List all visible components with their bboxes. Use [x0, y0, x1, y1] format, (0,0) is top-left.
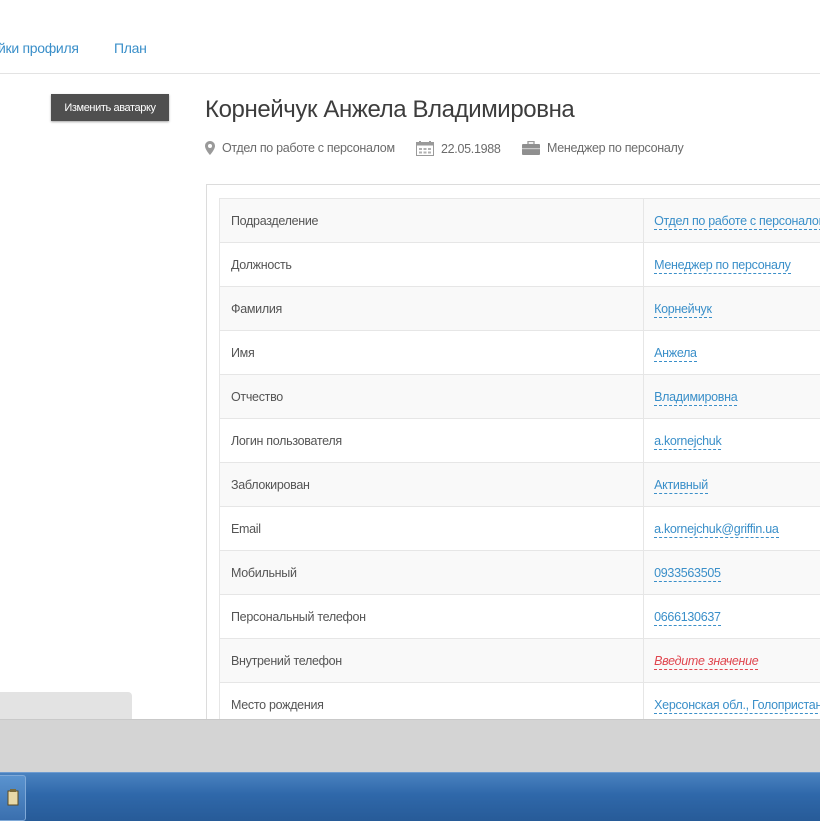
- field-value: 0933563505: [644, 551, 820, 595]
- meta-department-text: Отдел по работе с персоналом: [222, 141, 395, 155]
- field-value: a.kornejchuk: [644, 419, 820, 463]
- field-label: Email: [220, 507, 644, 551]
- meta-department: Отдел по работе с персоналом: [205, 141, 395, 155]
- table-row: Мобильный 0933563505: [220, 551, 820, 595]
- table-row: Должность Менеджер по персоналу: [220, 243, 820, 287]
- field-value: Активный: [644, 463, 820, 507]
- briefcase-icon: [522, 141, 540, 155]
- editable-value-surname[interactable]: Корнейчук: [654, 302, 712, 318]
- table-row: Имя Анжела: [220, 331, 820, 375]
- meta-birthdate: 22.05.1988: [416, 141, 501, 156]
- field-label: Логин пользователя: [220, 419, 644, 463]
- tab-plan[interactable]: План: [114, 40, 147, 56]
- editable-value-birthplace[interactable]: Херсонская обл., Голопристанс: [654, 698, 820, 714]
- editable-value-blocked[interactable]: Активный: [654, 478, 708, 494]
- tab-profile-settings[interactable]: йки профиля: [0, 40, 79, 56]
- field-label: Персональный телефон: [220, 595, 644, 639]
- page-title: Корнейчук Анжела Владимировна: [205, 96, 574, 124]
- meta-birthdate-text: 22.05.1988: [441, 142, 501, 156]
- editable-value-login[interactable]: a.kornejchuk: [654, 434, 721, 450]
- field-value: Анжела: [644, 331, 820, 375]
- profile-tabs: йки профиля План: [0, 0, 820, 74]
- browser-bottom-bar: [0, 719, 820, 773]
- os-taskbar: [0, 772, 820, 821]
- editable-value-internal-phone[interactable]: Введите значение: [654, 654, 758, 670]
- editable-value-patronymic[interactable]: Владимировна: [654, 390, 737, 406]
- table-row: Логин пользователя a.kornejchuk: [220, 419, 820, 463]
- table-row: Отчество Владимировна: [220, 375, 820, 419]
- field-label: Фамилия: [220, 287, 644, 331]
- change-avatar-button[interactable]: Изменить аватарку: [51, 94, 169, 121]
- field-value: a.kornejchuk@griffin.ua: [644, 507, 820, 551]
- table-row: Заблокирован Активный: [220, 463, 820, 507]
- field-value: 0666130637: [644, 595, 820, 639]
- app-icon: [7, 788, 19, 808]
- table-row: Персональный телефон 0666130637: [220, 595, 820, 639]
- calendar-icon: [416, 141, 434, 156]
- table-row: Подразделение Отдел по работе с персонал…: [220, 199, 820, 243]
- editable-value-position[interactable]: Менеджер по персоналу: [654, 258, 790, 274]
- field-value: Менеджер по персоналу: [644, 243, 820, 287]
- editable-value-first-name[interactable]: Анжела: [654, 346, 697, 362]
- field-value: Введите значение: [644, 639, 820, 683]
- meta-position: Менеджер по персоналу: [522, 141, 683, 155]
- field-label: Внутрений телефон: [220, 639, 644, 683]
- field-value: Владимировна: [644, 375, 820, 419]
- field-label: Мобильный: [220, 551, 644, 595]
- editable-value-email[interactable]: a.kornejchuk@griffin.ua: [654, 522, 778, 538]
- field-value: Отдел по работе с персоналом: [644, 199, 820, 243]
- editable-value-department[interactable]: Отдел по работе с персоналом: [654, 214, 820, 230]
- field-label: Имя: [220, 331, 644, 375]
- map-marker-icon: [205, 141, 215, 155]
- editable-value-mobile[interactable]: 0933563505: [654, 566, 721, 582]
- taskbar-app-button[interactable]: [0, 775, 26, 821]
- table-row: Email a.kornejchuk@griffin.ua: [220, 507, 820, 551]
- field-label: Должность: [220, 243, 644, 287]
- meta-position-text: Менеджер по персоналу: [547, 141, 683, 155]
- table-row: Фамилия Корнейчук: [220, 287, 820, 331]
- field-label: Отчество: [220, 375, 644, 419]
- field-value: Корнейчук: [644, 287, 820, 331]
- field-label: Подразделение: [220, 199, 644, 243]
- table-row: Внутрений телефон Введите значение: [220, 639, 820, 683]
- profile-fields-table: Подразделение Отдел по работе с персонал…: [219, 198, 820, 727]
- editable-value-personal-phone[interactable]: 0666130637: [654, 610, 721, 626]
- field-label: Заблокирован: [220, 463, 644, 507]
